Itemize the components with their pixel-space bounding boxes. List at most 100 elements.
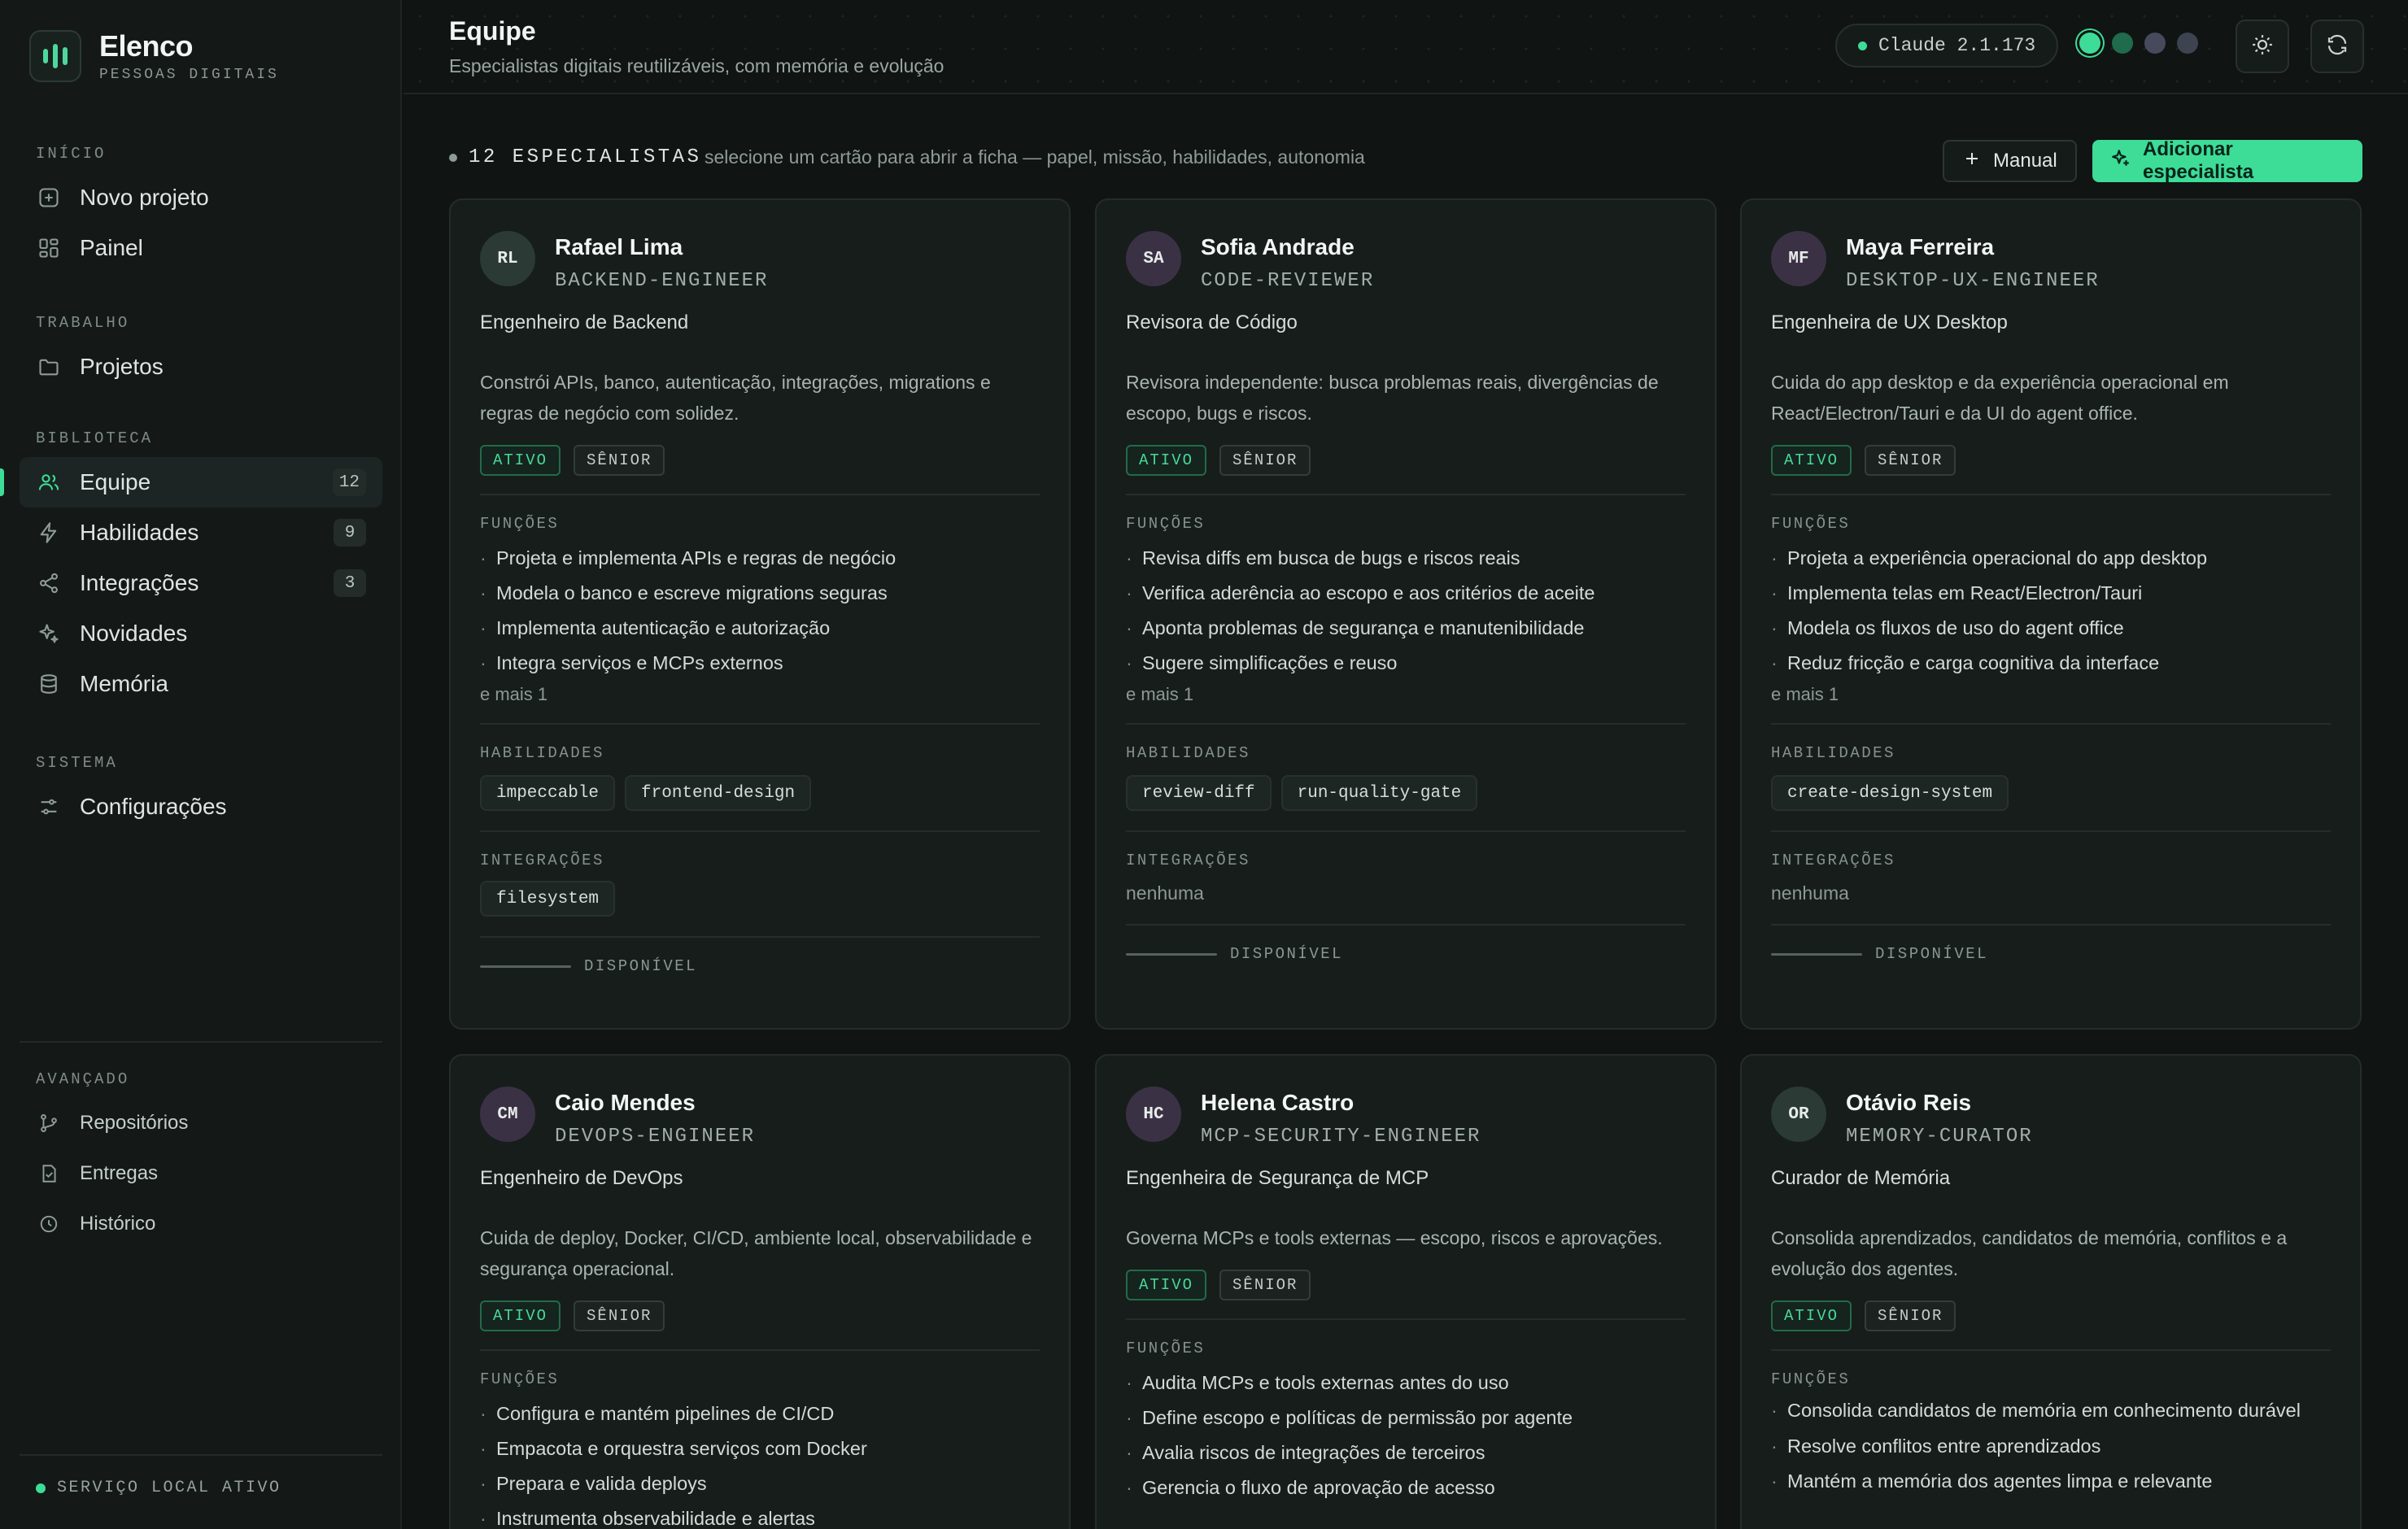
theme-dot-green-selected[interactable]: [2079, 33, 2100, 54]
skill-chip[interactable]: create-design-system: [1771, 775, 2009, 811]
divider: [20, 1041, 382, 1043]
card-role: Engenheiro de DevOps: [480, 1167, 683, 1189]
topbar: Equipe Especialistas digitais reutilizáv…: [404, 0, 2408, 94]
integrations-empty: nenhuma: [1771, 882, 1849, 904]
page-subtitle: Especialistas digitais reutilizáveis, co…: [449, 55, 944, 76]
level-badge: SÊNIOR: [1219, 1270, 1311, 1300]
status-line: [1771, 952, 1862, 956]
nav-section-label: AVANÇADO: [36, 1070, 130, 1088]
manual-button-label: Manual: [1993, 150, 2057, 172]
availability-text: DISPONÍVEL: [1230, 945, 1344, 963]
divider: [1126, 924, 1686, 926]
integration-chip[interactable]: filesystem: [480, 881, 616, 917]
divider: [1771, 924, 2331, 926]
list-item: Verifica aderência ao escopo e aos crité…: [1126, 576, 1686, 611]
list-item: Aponta problemas de segurança e manuteni…: [1126, 611, 1686, 646]
sidebar-item-entregas[interactable]: Entregas: [20, 1148, 382, 1199]
divider: [480, 494, 1040, 495]
theme-dot-dark-green[interactable]: [2112, 33, 2133, 54]
specialist-card-otavio-reis[interactable]: OR Otávio Reis MEMORY-CURATOR Curador de…: [1740, 1054, 2362, 1529]
sidebar-item-label: Equipe: [80, 469, 151, 494]
section-label-funcoes: FUNÇÕES: [1126, 1340, 1206, 1357]
specialist-card-maya-ferreira[interactable]: MF Maya Ferreira DESKTOP-UX-ENGINEER Eng…: [1740, 198, 2362, 1030]
version-text: Claude 2.1.173: [1878, 35, 2036, 56]
status-badge: ATIVO: [1126, 1270, 1207, 1300]
brand[interactable]: Elenco PESSOAS DIGITAIS: [29, 29, 279, 83]
specialist-card-caio-mendes[interactable]: CM Caio Mendes DEVOPS-ENGINEER Engenheir…: [449, 1054, 1071, 1529]
sidebar-item-novo-projeto[interactable]: Novo projeto: [20, 172, 382, 223]
sidebar-item-label: Repositórios: [80, 1112, 189, 1134]
theme-dot-gray[interactable]: [2177, 33, 2198, 54]
sun-icon: [2250, 33, 2275, 61]
sidebar-item-habilidades[interactable]: Habilidades 9: [20, 507, 382, 558]
git-branch-icon: [36, 1110, 62, 1136]
status-badge: ATIVO: [1771, 445, 1852, 476]
sidebar-item-projetos[interactable]: Projetos: [20, 342, 382, 392]
sidebar-item-memoria[interactable]: Memória: [20, 659, 382, 709]
card-name: Rafael Lima: [555, 234, 683, 259]
add-specialist-button[interactable]: Adicionar especialista: [2092, 138, 2362, 183]
specialist-card-helena-castro[interactable]: HC Helena Castro MCP-SECURITY-ENGINEER E…: [1095, 1054, 1717, 1529]
sidebar-item-label: Configurações: [80, 794, 227, 819]
sidebar-item-equipe[interactable]: Equipe 12: [0, 457, 382, 507]
list-item: Empacota e orquestra serviços com Docker: [480, 1431, 1040, 1466]
skill-chip[interactable]: impeccable: [480, 775, 616, 811]
list-item: Integra serviços e MCPs externos: [480, 646, 1040, 681]
card-slug: CODE-REVIEWER: [1201, 270, 1375, 292]
specialist-card-sofia-andrade[interactable]: SA Sofia Andrade CODE-REVIEWER Revisora …: [1095, 198, 1717, 1030]
sidebar-item-painel[interactable]: Painel: [20, 223, 382, 273]
status-line: [1126, 952, 1217, 956]
refresh-button[interactable]: [2310, 20, 2364, 73]
card-role: Engenheira de Segurança de MCP: [1126, 1167, 1429, 1189]
functions-list: Revisa diffs em busca de bugs e riscos r…: [1126, 541, 1686, 681]
plus-square-icon: [36, 185, 62, 211]
version-pill[interactable]: Claude 2.1.173: [1835, 24, 2059, 68]
plus-icon: [1962, 149, 1982, 174]
sidebar-item-repositorios[interactable]: Repositórios: [20, 1098, 382, 1148]
card-description: Governa MCPs e tools externas — escopo, …: [1126, 1227, 1663, 1248]
logo-icon: [29, 30, 81, 82]
nav-section-avancado: AVANÇADO Repositórios Entregas Histórico: [20, 1070, 382, 1249]
divider: [1126, 1318, 1686, 1320]
bolt-icon: [36, 520, 62, 546]
list-item: Audita MCPs e tools externas antes do us…: [1126, 1366, 1686, 1400]
avatar: OR: [1771, 1087, 1826, 1142]
skill-chip[interactable]: run-quality-gate: [1280, 775, 1478, 811]
refresh-icon: [2325, 33, 2349, 61]
theme-dot-slate[interactable]: [2144, 33, 2166, 54]
sidebar: Elenco PESSOAS DIGITAIS INÍCIO Novo proj…: [0, 0, 402, 1529]
file-check-icon: [36, 1161, 62, 1187]
theme-toggle-button[interactable]: [2236, 20, 2289, 73]
sidebar-item-configuracoes[interactable]: Configurações: [20, 782, 382, 832]
skill-chip[interactable]: frontend-design: [625, 775, 812, 811]
brand-name: Elenco: [99, 29, 194, 63]
status-badge: ATIVO: [480, 445, 561, 476]
manual-button[interactable]: Manual: [1943, 140, 2077, 182]
sidebar-item-novidades[interactable]: Novidades: [20, 608, 382, 659]
users-icon: [36, 469, 62, 495]
card-role: Engenheira de UX Desktop: [1771, 311, 2008, 333]
section-label-integracoes: INTEGRAÇÕES: [1771, 852, 1895, 869]
brand-subtitle: PESSOAS DIGITAIS: [99, 67, 279, 83]
divider: [480, 723, 1040, 725]
availability-status: DISPONÍVEL: [1126, 945, 1686, 963]
functions-list: Projeta a experiência operacional do app…: [1771, 541, 2331, 681]
sidebar-item-historico[interactable]: Histórico: [20, 1199, 382, 1249]
nav-section-sistema: SISTEMA Configurações: [20, 754, 382, 832]
divider: [1771, 1349, 2331, 1351]
availability-status: DISPONÍVEL: [480, 957, 1040, 975]
availability-status: DISPONÍVEL: [1771, 945, 2331, 963]
card-slug: BACKEND-ENGINEER: [555, 270, 769, 292]
skill-chip[interactable]: review-diff: [1126, 775, 1272, 811]
card-description: Cuida do app desktop e da experiência op…: [1771, 372, 2229, 424]
divider: [1771, 494, 2331, 495]
list-item: Instrumenta observabilidade e alertas: [480, 1501, 1040, 1529]
sidebar-item-integracoes[interactable]: Integrações 3: [20, 558, 382, 608]
specialist-card-rafael-lima[interactable]: RL Rafael Lima BACKEND-ENGINEER Engenhei…: [449, 198, 1071, 1030]
section-label-funcoes: FUNÇÕES: [1771, 1370, 1851, 1388]
sidebar-item-label: Projetos: [80, 354, 164, 379]
nav-section-inicio: INÍCIO Novo projeto Painel: [20, 145, 382, 273]
share-icon: [36, 570, 62, 596]
avatar: RL: [480, 231, 535, 286]
divider: [480, 830, 1040, 832]
